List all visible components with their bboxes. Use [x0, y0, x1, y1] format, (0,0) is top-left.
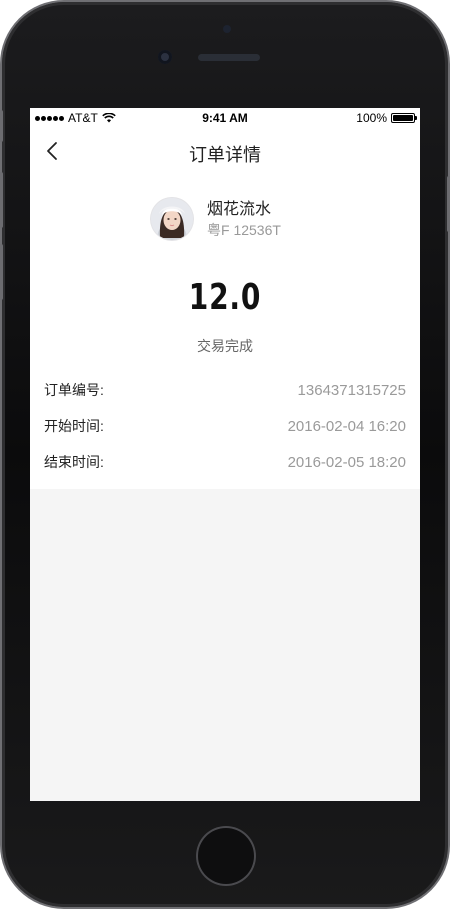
start-time-label: 开始时间:: [44, 418, 104, 434]
earpiece-speaker: [198, 54, 260, 61]
driver-avatar-image: [151, 198, 193, 240]
mute-switch: [0, 110, 3, 142]
front-camera: [158, 50, 172, 64]
volume-up-button: [0, 172, 3, 228]
order-number-row: 订单编号: 1364371315725: [44, 380, 406, 400]
status-right: 100%: [356, 111, 417, 125]
order-number-label: 订单编号:: [44, 382, 104, 398]
driver-info: 烟花流水 粤F 12536T: [151, 198, 281, 240]
home-button[interactable]: [196, 826, 256, 886]
order-status: 交易完成: [197, 338, 253, 354]
order-number-value: 1364371315725: [297, 381, 406, 399]
start-time-value: 2016-02-04 16:20: [287, 417, 406, 435]
battery-percent: 100%: [356, 111, 387, 125]
driver-text: 烟花流水 粤F 12536T: [207, 200, 281, 239]
volume-down-button: [0, 244, 3, 300]
order-detail-card: 烟花流水 粤F 12536T 12.0 交易完成 订单编号: 136437131…: [30, 174, 420, 489]
order-amount: 12.0: [188, 277, 262, 318]
screen: AT&T 9:41 AM 100% 订单详情 烟花流水 粤F 12536T 12…: [30, 108, 420, 801]
end-time-value: 2016-02-05 18:20: [287, 453, 406, 471]
proximity-sensor: [223, 25, 231, 33]
start-time-row: 开始时间: 2016-02-04 16:20: [44, 416, 406, 436]
end-time-row: 结束时间: 2016-02-05 18:20: [44, 452, 406, 472]
page-title: 订单详情: [189, 145, 261, 165]
status-bar: AT&T 9:41 AM 100%: [30, 108, 420, 128]
avatar[interactable]: [151, 198, 193, 240]
navigation-bar: 订单详情: [30, 128, 420, 174]
license-plate: 粤F 12536T: [207, 221, 281, 238]
battery-icon: [391, 113, 417, 123]
end-time-label: 结束时间:: [44, 454, 104, 470]
driver-name: 烟花流水: [207, 200, 272, 218]
